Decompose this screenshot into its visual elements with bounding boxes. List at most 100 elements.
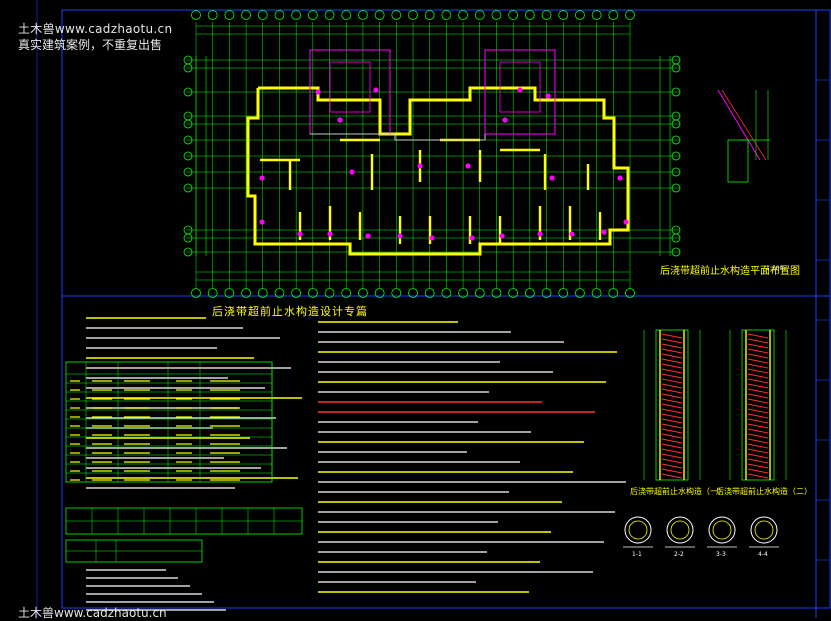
rebar-hatch — [661, 453, 683, 459]
rebar-hatch — [747, 348, 769, 354]
plan-scale: 1:100 — [766, 265, 784, 272]
detail-block — [727, 139, 749, 183]
column-marker — [499, 233, 505, 239]
section-mark-label: 4-4 — [758, 551, 768, 558]
axis-bubble — [307, 10, 318, 20]
rebar-hatch — [747, 473, 769, 479]
slope-detail — [717, 89, 770, 183]
axis-bubble — [408, 10, 418, 20]
axis-bubble — [241, 10, 251, 20]
axis-bubble — [524, 10, 535, 20]
rebar-hatch — [661, 438, 683, 444]
rebar-hatch — [747, 383, 769, 389]
rebar-hatch — [661, 368, 683, 374]
section-mark-inner — [628, 520, 648, 540]
column-marker — [397, 233, 403, 239]
axis-bubble — [474, 10, 485, 20]
axis-bubble — [591, 10, 602, 20]
column-marker — [337, 117, 343, 123]
rebar-hatch — [747, 403, 769, 409]
rebar-hatch — [747, 378, 769, 384]
axis-bubble — [207, 10, 218, 20]
column-marker — [601, 229, 607, 235]
axis-bubble — [508, 10, 519, 20]
section-mark-label: 2-2 — [674, 551, 684, 558]
rebar-hatch — [661, 463, 683, 469]
rebar-hatch — [747, 453, 769, 459]
rebar-hatch — [661, 423, 683, 429]
section-outline — [655, 329, 689, 481]
column-marker — [465, 163, 471, 169]
rebar-hatch — [747, 393, 769, 399]
rebar-hatch — [661, 343, 683, 349]
column-marker — [429, 235, 435, 241]
axis-bubble — [358, 10, 368, 20]
rebar-hatch — [747, 458, 769, 464]
cad-drawing-canvas: 1-1 2-2 3-3 4-4 — [36, 0, 831, 618]
rebar-hatch — [747, 468, 769, 474]
rebar-hatch — [661, 393, 683, 399]
rebar-hatch — [661, 403, 683, 409]
section-detail-2 — [729, 329, 787, 481]
axis-bubble — [274, 10, 285, 20]
axis-bubble — [291, 10, 302, 20]
column-marker — [623, 219, 629, 225]
rebar-hatch — [747, 428, 769, 434]
section-mark-inner — [712, 520, 732, 540]
column-marker — [545, 93, 551, 99]
axis-bubble — [541, 10, 552, 20]
rebar-hatch — [747, 438, 769, 444]
axis-bubble — [625, 10, 635, 20]
column-marker — [259, 175, 265, 181]
column-marker — [569, 231, 575, 237]
drawing-frame — [36, 0, 831, 618]
section-details — [643, 329, 787, 481]
column-marker — [297, 231, 303, 237]
section-detail-1 — [643, 329, 701, 481]
section-mark-label: 1-1 — [632, 551, 642, 558]
section-outline — [741, 329, 775, 481]
section-marks: 1-1 2-2 3-3 4-4 — [623, 516, 779, 558]
rebar-hatch — [747, 368, 769, 374]
rebar-hatch — [661, 413, 683, 419]
rebar-hatch — [661, 443, 683, 449]
rebar-hatch — [747, 338, 769, 344]
column-marker — [502, 117, 508, 123]
core-outlines — [259, 49, 629, 241]
section-mark-inner — [754, 520, 774, 540]
axis-bubble — [224, 10, 235, 20]
rebar-hatch — [747, 388, 769, 394]
rebar-hatch — [747, 448, 769, 454]
section-mark-label: 3-3 — [716, 551, 726, 558]
axis-bubble — [458, 10, 468, 20]
rebar-hatch — [661, 338, 683, 344]
axis-bubble — [441, 10, 452, 20]
rebar-hatch — [661, 448, 683, 454]
material-table — [65, 361, 303, 563]
rebar-hatch — [747, 333, 769, 339]
rebar-hatch — [747, 373, 769, 379]
axis-bubble — [257, 10, 268, 20]
rebar-hatch — [747, 433, 769, 439]
column-marker — [549, 175, 555, 181]
watermark-slogan: 真实建筑案例，不重复出售 — [18, 38, 163, 52]
column-marker — [373, 87, 379, 93]
rebar-hatch — [661, 333, 683, 339]
rebar-hatch — [747, 363, 769, 369]
slope-line — [717, 89, 761, 161]
column-marker — [315, 89, 321, 95]
rebar-hatch — [661, 358, 683, 364]
watermark-url-bottom: 土木兽www.cadzhaotu.cn — [18, 606, 167, 620]
rebar-hatch — [747, 358, 769, 364]
rebar-hatch — [661, 408, 683, 414]
column-marker — [469, 235, 475, 241]
rebar-hatch — [747, 443, 769, 449]
axis-bubble — [191, 10, 201, 20]
rebar-hatch — [661, 468, 683, 474]
rebar-hatch — [661, 433, 683, 439]
section-caption-2: 后浇带超前止水构造（二） — [716, 487, 812, 496]
column-marker — [365, 233, 371, 239]
section-caption-1: 后浇带超前止水构造（一） — [630, 487, 726, 496]
axis-bubble — [575, 10, 585, 20]
slope-rebar — [721, 89, 767, 161]
